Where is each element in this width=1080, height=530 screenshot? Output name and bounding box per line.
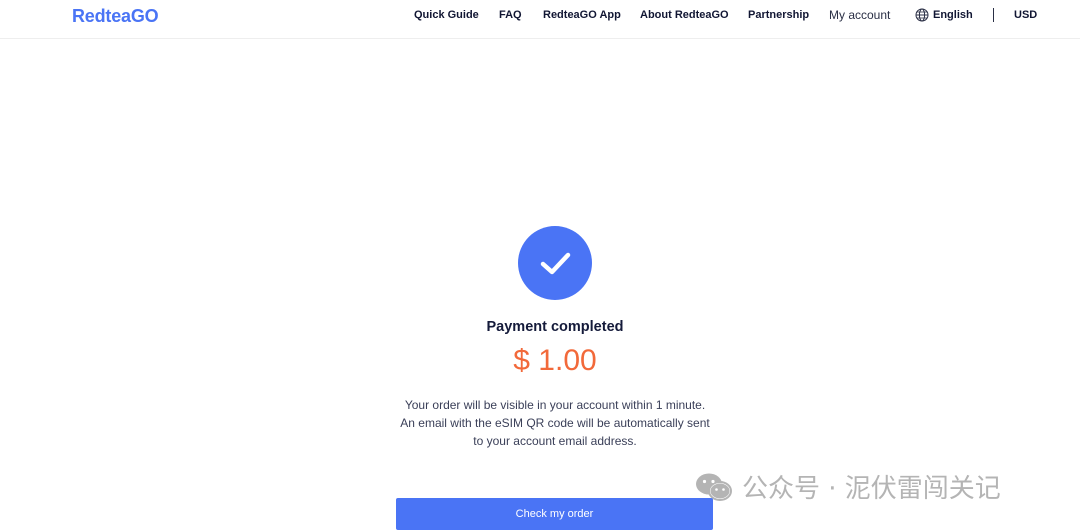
nav-app[interactable]: RedteaGO App bbox=[543, 9, 621, 25]
wechat-watermark: 公众号 · 泥伏雷闯关记 bbox=[694, 468, 1001, 505]
check-icon bbox=[540, 252, 571, 275]
globe-icon bbox=[915, 8, 929, 22]
nav-about[interactable]: About RedteaGO bbox=[640, 9, 729, 25]
payment-status-title: Payment completed bbox=[486, 319, 624, 335]
message-line-1: Your order will be visible in your accou… bbox=[404, 398, 706, 412]
brand-logo[interactable]: RedteaGO bbox=[72, 6, 159, 27]
nav-faq[interactable]: FAQ bbox=[499, 9, 522, 25]
language-selector[interactable]: English bbox=[915, 8, 973, 22]
message-line-2: An email with the eSIM QR code will be a… bbox=[400, 416, 710, 430]
top-header: RedteaGO Quick Guide FAQ RedteaGO App Ab… bbox=[0, 0, 1080, 39]
message-line-3: to your account email address. bbox=[473, 434, 637, 448]
nav-partnership[interactable]: Partnership bbox=[748, 9, 809, 25]
language-label: English bbox=[933, 9, 973, 21]
success-check-badge bbox=[518, 226, 592, 300]
watermark-text: 公众号 · 泥伏雷闯关记 bbox=[742, 474, 1001, 504]
payment-amount: $ 1.00 bbox=[513, 344, 597, 377]
currency-selector[interactable]: USD bbox=[1014, 9, 1037, 21]
nav-quick-guide[interactable]: Quick Guide bbox=[414, 9, 479, 25]
check-my-order-button[interactable]: Check my order bbox=[396, 498, 713, 530]
header-divider bbox=[993, 8, 994, 22]
nav-my-account[interactable]: My account bbox=[829, 8, 890, 24]
